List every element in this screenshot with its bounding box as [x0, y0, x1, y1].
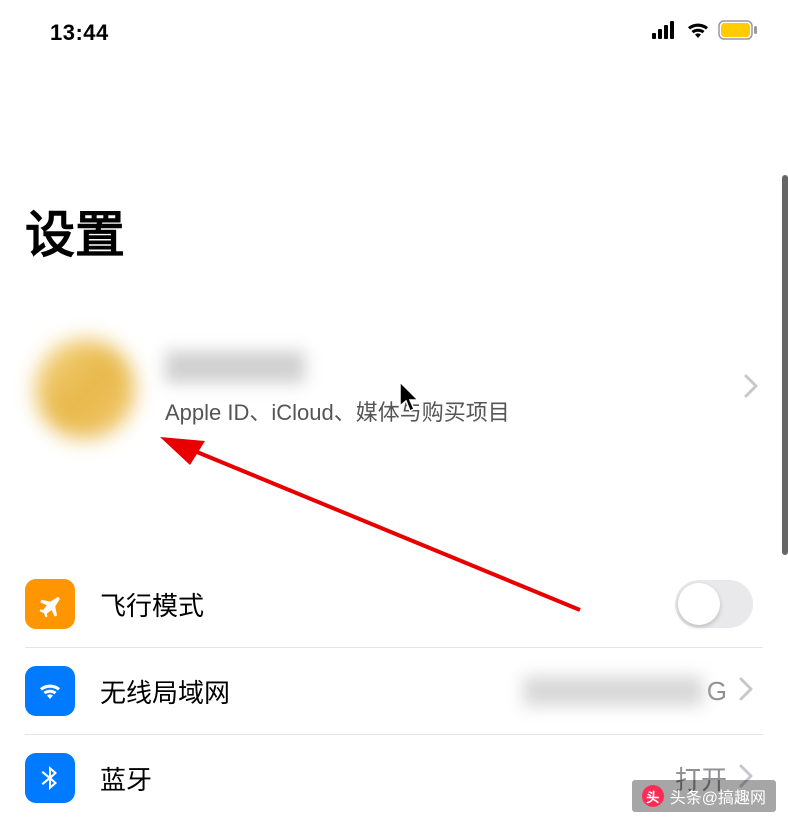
- watermark-label: 头条@搞趣网: [670, 784, 766, 808]
- bluetooth-label: 蓝牙: [100, 760, 675, 797]
- profile-subtitle: Apple ID、iCloud、媒体与购买项目: [165, 395, 753, 427]
- wifi-row[interactable]: 无线局域网 G: [25, 648, 763, 735]
- wifi-label: 无线局域网: [100, 673, 523, 710]
- profile-text: Apple ID、iCloud、媒体与购买项目: [165, 351, 753, 427]
- status-time: 13:44: [50, 20, 109, 46]
- airplane-icon: [25, 579, 75, 629]
- watermark-logo-icon: 头: [642, 785, 664, 807]
- status-bar: 13:44: [0, 0, 788, 55]
- avatar: [35, 339, 135, 439]
- bluetooth-icon: [25, 753, 75, 803]
- wifi-value-redacted: [523, 676, 703, 706]
- battery-icon: [718, 20, 758, 45]
- airplane-mode-toggle[interactable]: [675, 580, 753, 628]
- apple-id-profile-row[interactable]: Apple ID、iCloud、媒体与购买项目: [25, 327, 763, 451]
- scrollbar[interactable]: [782, 175, 788, 555]
- wifi-value-suffix: G: [707, 676, 727, 707]
- profile-name-redacted: [165, 351, 305, 383]
- chevron-right-icon: [739, 677, 753, 706]
- airplane-mode-label: 飞行模式: [100, 586, 675, 623]
- cellular-signal-icon: [652, 21, 678, 44]
- chevron-right-icon: [744, 373, 758, 405]
- wifi-status-icon: [686, 21, 710, 44]
- status-indicators: [652, 20, 758, 45]
- watermark: 头 头条@搞趣网: [632, 780, 776, 812]
- airplane-mode-row[interactable]: 飞行模式: [25, 561, 763, 648]
- wifi-icon: [25, 666, 75, 716]
- page-title: 设置: [0, 55, 788, 267]
